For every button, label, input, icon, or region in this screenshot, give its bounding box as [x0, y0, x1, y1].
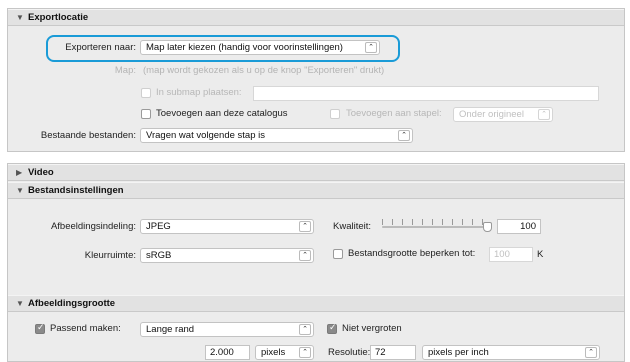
fit-checkbox[interactable]	[35, 323, 45, 334]
fit-label: Passend maken:	[50, 323, 121, 334]
subfolder-input[interactable]	[253, 86, 599, 101]
export-to-label: Exporteren naar:	[65, 42, 136, 53]
format-value: JPEG	[146, 221, 171, 232]
add-catalog-label: Toevoegen aan deze catalogus	[156, 108, 288, 119]
section-title: Afbeeldingsgrootte	[28, 298, 116, 309]
export-to-select[interactable]: Map later kiezen (handig voor voorinstel…	[140, 40, 380, 55]
limit-size-input[interactable]: 100	[489, 247, 533, 262]
map-label: Map:	[114, 65, 136, 76]
colorspace-value: sRGB	[146, 250, 172, 261]
resolution-input[interactable]: 72	[370, 345, 416, 360]
limit-size-unit: K	[537, 249, 544, 260]
chevron-updown-icon: ⌃	[299, 324, 311, 335]
fit-value: Lange rand	[146, 324, 195, 335]
size-unit-value: pixels	[261, 347, 286, 358]
triangle-right-icon: ▶	[16, 168, 23, 177]
stack-position-value: Onder origineel	[459, 109, 524, 120]
quality-label: Kwaliteit:	[333, 221, 372, 232]
format-label: Afbeeldingsindeling:	[50, 221, 136, 232]
no-enlarge-checkbox[interactable]	[327, 323, 337, 334]
add-stack-checkbox[interactable]	[330, 109, 340, 119]
chevron-updown-icon: ⌃	[538, 109, 550, 120]
triangle-down-icon: ▼	[16, 186, 24, 195]
resolution-label: Resolutie:	[328, 347, 371, 358]
triangle-down-icon: ▼	[16, 299, 24, 308]
resolution-unit-select[interactable]: pixels per inch ⌃	[422, 345, 600, 360]
add-catalog-checkbox[interactable]	[141, 109, 151, 119]
existing-files-value: Vragen wat volgende stap is	[146, 130, 266, 141]
limit-size-label: Bestandsgrootte beperken tot:	[348, 248, 476, 259]
colorspace-label: Kleurruimte:	[84, 250, 136, 261]
section-header-video[interactable]: ▶ Video	[8, 164, 624, 181]
existing-files-label: Bestaande bestanden:	[40, 130, 136, 141]
size-input[interactable]: 2.000	[205, 345, 250, 360]
chevron-updown-icon: ⌃	[585, 347, 597, 358]
subfolder-label: In submap plaatsen:	[156, 87, 242, 98]
chevron-updown-icon: ⌃	[398, 130, 410, 141]
slider-ticks	[382, 219, 492, 225]
quality-slider[interactable]	[382, 219, 492, 232]
map-value: (map wordt gekozen als u op de knop "Exp…	[143, 65, 385, 76]
existing-files-select[interactable]: Vragen wat volgende stap is ⌃	[140, 128, 413, 143]
slider-thumb[interactable]	[483, 222, 492, 232]
export-to-value: Map later kiezen (handig voor voorinstel…	[146, 42, 343, 53]
limit-size-checkbox[interactable]	[333, 249, 343, 259]
size-unit-select[interactable]: pixels ⌃	[255, 345, 314, 360]
chevron-updown-icon: ⌃	[299, 221, 311, 232]
colorspace-select[interactable]: sRGB ⌃	[140, 248, 314, 263]
section-title: Exportlocatie	[28, 12, 89, 23]
chevron-updown-icon: ⌃	[365, 42, 377, 53]
chevron-updown-icon: ⌃	[299, 250, 311, 261]
fit-select[interactable]: Lange rand ⌃	[140, 322, 314, 337]
format-select[interactable]: JPEG ⌃	[140, 219, 314, 234]
section-header-export-location[interactable]: ▼ Exportlocatie	[8, 9, 624, 26]
stack-position-select[interactable]: Onder origineel ⌃	[453, 107, 553, 122]
chevron-updown-icon: ⌃	[299, 347, 311, 358]
section-title: Video	[28, 167, 54, 178]
slider-track	[382, 226, 492, 228]
triangle-down-icon: ▼	[16, 13, 24, 22]
section-header-image-sizing[interactable]: ▼ Afbeeldingsgrootte	[8, 295, 624, 312]
section-header-file-settings[interactable]: ▼ Bestandsinstellingen	[8, 182, 624, 199]
no-enlarge-label: Niet vergroten	[342, 323, 402, 334]
quality-input[interactable]: 100	[497, 219, 541, 234]
subfolder-checkbox[interactable]	[141, 88, 151, 98]
add-stack-label: Toevoegen aan stapel:	[346, 108, 442, 119]
resolution-unit-value: pixels per inch	[428, 347, 489, 358]
section-title: Bestandsinstellingen	[28, 185, 124, 196]
